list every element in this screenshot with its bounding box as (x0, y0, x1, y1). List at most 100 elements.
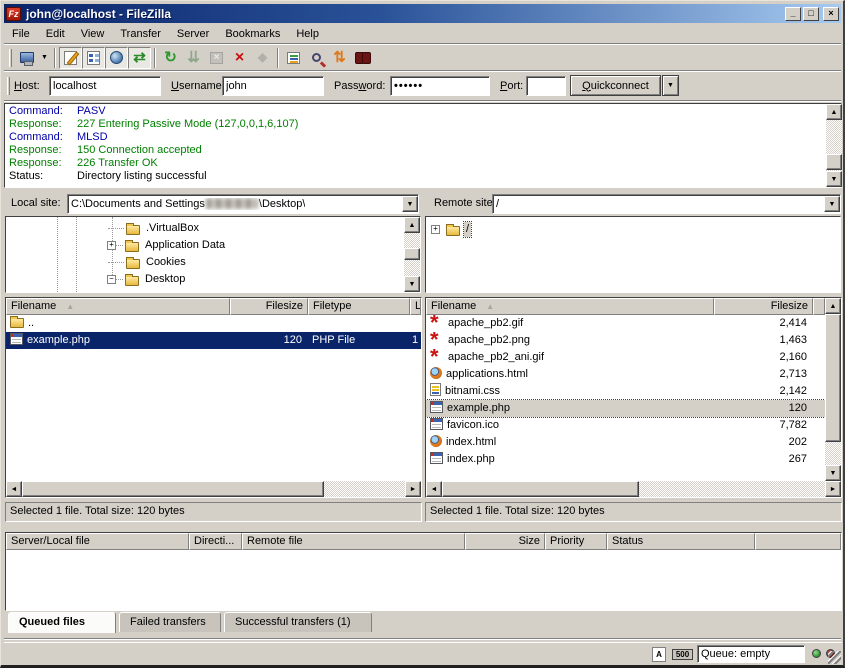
title-bar[interactable]: Fz john@localhost - FileZilla _ □ × (4, 4, 841, 23)
local-file-list[interactable]: Filename▲ Filesize Filetype L .. example… (5, 297, 422, 498)
find-files-button[interactable] (351, 47, 374, 69)
menu-help[interactable]: Help (288, 26, 327, 42)
chevron-down-icon[interactable]: ▼ (402, 196, 418, 212)
file-row[interactable]: index.html 202 (426, 434, 825, 451)
close-button[interactable]: × (823, 7, 839, 21)
queue-column-remote-file[interactable]: Remote file (242, 533, 465, 550)
tree-item-virtualbox[interactable]: .VirtualBox (108, 220, 201, 236)
remote-v-scrollbar[interactable]: ▲ ▼ (825, 298, 841, 481)
scroll-left-icon[interactable]: ◄ (426, 481, 442, 497)
password-input[interactable] (390, 76, 490, 96)
scroll-thumb[interactable] (442, 481, 639, 497)
quickconnect-button[interactable]: Quickconnect (570, 75, 661, 96)
queue-column-size[interactable]: Size (465, 533, 545, 550)
file-row[interactable]: index.php 267 (426, 451, 825, 468)
file-row[interactable]: bitnami.css 2,142 (426, 383, 825, 400)
file-row[interactable]: apache_pb2_ani.gif 2,160 (426, 349, 825, 366)
scroll-thumb[interactable] (404, 248, 420, 260)
expand-plus-icon[interactable]: + (107, 241, 116, 250)
scroll-up-icon[interactable]: ▲ (825, 298, 841, 314)
menu-file[interactable]: File (4, 26, 38, 42)
site-manager-dropdown[interactable]: ▼ (38, 47, 51, 69)
menu-view[interactable]: View (73, 26, 113, 42)
port-input[interactable] (526, 76, 566, 96)
tree-item-cookies[interactable]: Cookies (108, 254, 188, 270)
remote-column-filesize[interactable]: Filesize (714, 298, 813, 315)
maximize-button[interactable]: □ (803, 7, 819, 21)
local-column-filename[interactable]: Filename▲ (6, 298, 230, 315)
menu-server[interactable]: Server (169, 26, 217, 42)
tree-item-application-data[interactable]: + Application Data (107, 237, 227, 253)
file-row[interactable]: favicon.ico 7,782 (426, 417, 825, 434)
menu-edit[interactable]: Edit (38, 26, 73, 42)
scroll-down-icon[interactable]: ▼ (825, 465, 841, 481)
scroll-thumb[interactable] (825, 314, 841, 442)
remote-file-list[interactable]: Filename▲ Filesize apache_pb2.gif 2,414 … (425, 297, 842, 498)
queue-column-server-local-file[interactable]: Server/Local file (6, 533, 189, 550)
local-tree[interactable]: .VirtualBox + Application Data Cookies −… (5, 216, 421, 293)
local-column-filetype[interactable]: Filetype (308, 298, 410, 315)
toggle-remote-tree-button[interactable] (105, 47, 128, 69)
cancel-operation-button[interactable]: × (205, 47, 228, 69)
local-site-combobox[interactable]: C:\Documents and Settings\Desktop\ ▼ (67, 194, 419, 214)
file-row[interactable]: apache_pb2.gif 2,414 (426, 315, 825, 332)
toggle-queue-button[interactable]: ⇄ (128, 47, 151, 69)
reconnect-button[interactable]: ◆ (251, 47, 274, 69)
filter-button[interactable] (282, 47, 305, 69)
synchronized-browsing-button[interactable]: ⇅ (328, 47, 351, 69)
scroll-left-icon[interactable]: ◄ (6, 481, 22, 497)
queue-column-priority[interactable]: Priority (545, 533, 607, 550)
quickbar-grip[interactable] (7, 77, 10, 95)
tab-failed-transfers[interactable]: Failed transfers (119, 612, 221, 632)
local-h-scrollbar[interactable]: ◄ ► (6, 481, 421, 497)
queue-column-status[interactable]: Status (607, 533, 755, 550)
local-column-lastmodified[interactable]: L (410, 298, 421, 315)
resize-grip[interactable] (828, 651, 841, 664)
refresh-button[interactable]: ↻ (159, 47, 182, 69)
queue-column-direction[interactable]: Directi... (189, 533, 242, 550)
site-manager-button[interactable] (15, 47, 38, 69)
log-scrollbar[interactable]: ▲ ▼ (826, 104, 842, 187)
transfer-type-indicator[interactable]: A (652, 647, 666, 662)
file-row[interactable]: apache_pb2.png 1,463 (426, 332, 825, 349)
remote-h-scrollbar[interactable]: ◄ ► (426, 481, 841, 497)
scroll-down-icon[interactable]: ▼ (404, 276, 420, 292)
menu-transfer[interactable]: Transfer (112, 26, 169, 42)
remote-tree[interactable]: + / (425, 216, 841, 293)
file-row-selected[interactable]: example.php 120 (426, 400, 825, 417)
scroll-up-icon[interactable]: ▲ (404, 217, 420, 233)
toolbar-grip[interactable] (9, 49, 12, 67)
transfer-queue[interactable]: Server/Local file Directi... Remote file… (5, 532, 842, 611)
scroll-thumb[interactable] (826, 154, 842, 170)
remote-site-combobox[interactable]: / ▼ (492, 194, 841, 214)
scroll-thumb[interactable] (22, 481, 324, 497)
collapse-minus-icon[interactable]: − (107, 275, 116, 284)
scroll-up-icon[interactable]: ▲ (826, 104, 842, 120)
scroll-right-icon[interactable]: ► (825, 481, 841, 497)
process-queue-button[interactable]: ⇊ (182, 47, 205, 69)
host-input[interactable] (49, 76, 161, 96)
message-log[interactable]: Command:PASV Response:227 Entering Passi… (4, 103, 842, 188)
expand-plus-icon[interactable]: + (431, 225, 440, 234)
speed-limit-indicator[interactable]: 500 (672, 649, 693, 660)
app-icon[interactable]: Fz (6, 7, 21, 21)
file-row[interactable]: applications.html 2,713 (426, 366, 825, 383)
disconnect-button[interactable]: × (228, 47, 251, 69)
menu-bookmarks[interactable]: Bookmarks (217, 26, 288, 42)
quickconnect-dropdown[interactable]: ▼ (662, 75, 679, 96)
tree-item-root[interactable]: + / (431, 221, 471, 237)
scroll-down-icon[interactable]: ▼ (826, 171, 842, 187)
toggle-message-log-button[interactable] (59, 47, 82, 69)
tab-queued-files[interactable]: Queued files (8, 612, 116, 633)
local-column-filesize[interactable]: Filesize (230, 298, 308, 315)
chevron-down-icon[interactable]: ▼ (824, 196, 840, 212)
username-input[interactable] (222, 76, 324, 96)
tree-item-desktop[interactable]: − Desktop (107, 271, 187, 287)
minimize-button[interactable]: _ (785, 7, 801, 21)
toggle-local-tree-button[interactable] (82, 47, 105, 69)
file-row-example-php[interactable]: example.php 120 PHP File 1 (6, 332, 421, 349)
remote-column-filename[interactable]: Filename▲ (426, 298, 714, 315)
local-tree-scrollbar[interactable]: ▲ ▼ (404, 217, 420, 292)
directory-comparison-button[interactable] (305, 47, 328, 69)
tab-successful-transfers[interactable]: Successful transfers (1) (224, 612, 372, 632)
